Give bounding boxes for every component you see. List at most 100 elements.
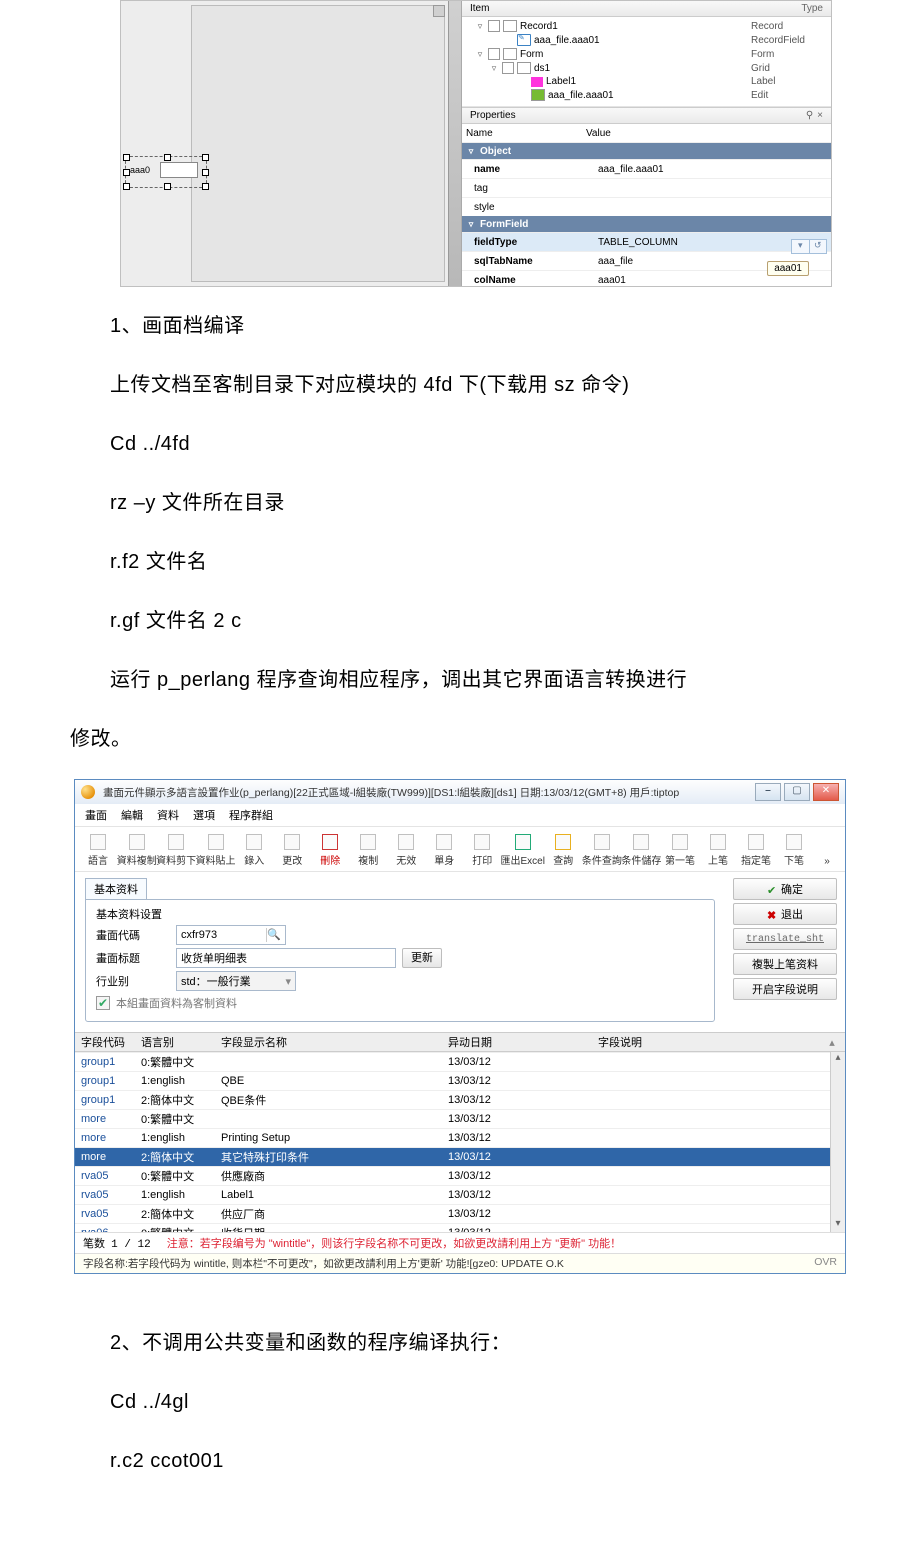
toolbar-button[interactable]: 錄入 xyxy=(239,834,269,867)
menu-bar[interactable]: 畫面編輯資料選項程序群組 xyxy=(75,804,845,827)
selected-element: aaa0 xyxy=(125,156,207,188)
input-code[interactable]: cxfr973🔍 xyxy=(176,925,286,945)
minimize-button[interactable]: ⎯ xyxy=(755,783,781,801)
doc-line: r.gf 文件名 2 c xyxy=(70,602,850,641)
tree-row[interactable]: ▿FormForm xyxy=(466,47,831,61)
label-title: 畫面标题 xyxy=(96,950,170,966)
close-button[interactable]: ✕ xyxy=(813,783,839,801)
table-row[interactable]: more1:englishPrinting Setup13/03/12 xyxy=(75,1128,845,1147)
perlang-window: 畫面元件顯示多語言設置作业(p_perlang)[22正式區域-l組裝廠(TW9… xyxy=(74,779,846,1274)
table-row[interactable]: more0:繁體中文13/03/12 xyxy=(75,1109,845,1128)
toolbar-button[interactable]: 条件查詢 xyxy=(586,834,617,867)
table-row[interactable]: rva052:簡体中文供应厂商13/03/12 xyxy=(75,1204,845,1223)
doc-line: Cd ../4fd xyxy=(70,425,850,464)
checkbox-custom[interactable]: ✔ xyxy=(96,996,110,1010)
doc-line: Cd ../4gl xyxy=(70,1383,850,1422)
menu-item[interactable]: 編輯 xyxy=(121,807,143,823)
properties-panel[interactable]: ▿Objectnameaaa_file.aaa01tagstyle▿FormFi… xyxy=(462,143,831,286)
doc-line: rz –y 文件所在目录 xyxy=(70,484,850,523)
property-row[interactable]: style xyxy=(462,197,831,216)
toolbar-button[interactable]: 上笔 xyxy=(703,834,733,867)
toolbar-button[interactable]: 匯出Excel xyxy=(505,834,540,867)
toolbar-button[interactable]: 刪除 xyxy=(315,834,345,867)
ok-button[interactable]: ✔确定 xyxy=(733,878,837,900)
menu-item[interactable]: 資料 xyxy=(157,807,179,823)
update-button[interactable]: 更新 xyxy=(402,948,442,968)
table-row[interactable]: group12:簡体中文QBE条件13/03/12 xyxy=(75,1090,845,1109)
form-legend: 基本资料设置 xyxy=(96,906,704,922)
toolbar-button[interactable]: 複制 xyxy=(353,834,383,867)
doc-line: r.f2 文件名 xyxy=(70,543,850,582)
tab-basic[interactable]: 基本资料 xyxy=(85,878,147,899)
menu-item[interactable]: 畫面 xyxy=(85,807,107,823)
doc-line: 上传文档至客制目录下对应模块的 4fd 下(下载用 sz 命令) xyxy=(70,366,850,405)
toolbar-button[interactable]: 无效 xyxy=(391,834,421,867)
toolbar-button[interactable]: 單身 xyxy=(429,834,459,867)
doc-line: 1、画面档编译 xyxy=(70,307,850,346)
app-icon xyxy=(81,785,95,799)
status-bar: 字段名称:若字段代码为 wintitle, 则本栏"不可更改"，如欲更改請利用上… xyxy=(75,1253,845,1273)
tree-row[interactable]: aaa_file.aaa01RecordField xyxy=(466,33,831,47)
doc-line: r.c2 ccot001 xyxy=(70,1442,850,1481)
toolbar-overflow[interactable]: » xyxy=(817,856,837,867)
tree-row[interactable]: aaa_file.aaa01Edit xyxy=(466,88,831,102)
menu-item[interactable]: 程序群組 xyxy=(229,807,273,823)
label-industry: 行业别 xyxy=(96,973,170,989)
toolbar[interactable]: 語言資料複制資料剪下資料貼上錄入更改刪除複制无效單身打印匯出Excel查詢条件查… xyxy=(75,827,845,872)
toolbar-button[interactable]: 資料剪下 xyxy=(160,834,191,867)
exit-button[interactable]: ✖退出 xyxy=(733,903,837,925)
chevron-down-icon: ▾ xyxy=(285,975,291,988)
toolbar-button[interactable]: 資料貼上 xyxy=(200,834,231,867)
designer-canvas: aaa0 xyxy=(121,1,461,286)
toolbar-button[interactable]: 資料複制 xyxy=(121,834,152,867)
maximize-button[interactable]: ▢ xyxy=(784,783,810,801)
input-title[interactable]: 收货单明细表 xyxy=(176,948,396,968)
pager-bar: 笔数 1 / 12 注意：若字段编号为 "wintitle"，则该行字段名称不可… xyxy=(75,1232,845,1253)
toolbar-button[interactable]: 更改 xyxy=(277,834,307,867)
menu-item[interactable]: 選項 xyxy=(193,807,215,823)
data-table[interactable]: group10:繁體中文13/03/12group11:englishQBE13… xyxy=(75,1052,845,1232)
toolbar-button[interactable]: 語言 xyxy=(83,834,113,867)
doc-line: 运行 p_perlang 程序查询相应程序，调出其它界面语言转换进行 xyxy=(70,661,850,700)
copy-prev-button[interactable]: 複製上笔资料 xyxy=(733,953,837,975)
properties-header: Properties ⚲× xyxy=(462,107,831,124)
table-row[interactable]: group11:englishQBE13/03/12 xyxy=(75,1071,845,1090)
property-row[interactable]: fieldTypeTABLE_COLUMN▾↺ xyxy=(462,232,831,251)
property-row[interactable]: tag xyxy=(462,178,831,197)
table-row[interactable]: more2:簡体中文其它特殊打印条件13/03/12 xyxy=(75,1147,845,1166)
toolbar-button[interactable]: 第一笔 xyxy=(665,834,695,867)
doc-line: 2、不调用公共变量和函数的程序编译执行： xyxy=(70,1324,850,1363)
translate-sht-button[interactable]: translate_sht xyxy=(733,928,837,950)
table-row[interactable]: rva050:繁體中文供應廠商13/03/12 xyxy=(75,1166,845,1185)
canvas-label: aaa0 xyxy=(130,165,150,175)
table-row[interactable]: rva060:繁體中文收货日期13/03/12 xyxy=(75,1223,845,1232)
checkbox-label: 本組畫面資料為客制資料 xyxy=(116,995,237,1011)
toolbar-button[interactable]: 打印 xyxy=(467,834,497,867)
side-panel: ✔确定 ✖退出 translate_sht 複製上笔资料 开启字段说明 xyxy=(725,872,845,1032)
table-row[interactable]: rva051:englishLabel113/03/12 xyxy=(75,1185,845,1204)
label-code: 畫面代碼 xyxy=(96,927,170,943)
doc-line: 修改。 xyxy=(70,720,850,759)
window-title: 畫面元件顯示多語言設置作业(p_perlang)[22正式區域-l組裝廠(TW9… xyxy=(103,785,747,800)
tree-row[interactable]: Label1Label xyxy=(466,75,831,88)
table-row[interactable]: group10:繁體中文13/03/12 xyxy=(75,1052,845,1071)
tooltip: aaa01 xyxy=(767,261,809,276)
toolbar-button[interactable]: 下笔 xyxy=(779,834,809,867)
tree-row[interactable]: ▿ds1Grid xyxy=(466,61,831,75)
scrollbar[interactable]: ▴▾ xyxy=(830,1052,845,1232)
toolbar-button[interactable]: 指定笔 xyxy=(741,834,771,867)
lookup-icon[interactable]: 🔍 xyxy=(266,928,281,942)
structure-tree[interactable]: ▿Record1Record aaa_file.aaa01RecordField… xyxy=(462,17,831,107)
form-basic: 基本资料设置 畫面代碼 cxfr973🔍 畫面标题 收货单明细表 更新 行业别 … xyxy=(85,899,715,1022)
table-header: 字段代码 语言别 字段显示名称 异动日期 字段说明 ▴ xyxy=(75,1032,845,1052)
tree-row[interactable]: ▿Record1Record xyxy=(466,19,831,33)
titlebar: 畫面元件顯示多語言設置作业(p_perlang)[22正式區域-l組裝廠(TW9… xyxy=(75,780,845,804)
property-row[interactable]: nameaaa_file.aaa01 xyxy=(462,159,831,178)
toolbar-button[interactable]: 条件儲存 xyxy=(626,834,657,867)
pin-icon[interactable]: ⚲ xyxy=(806,110,813,121)
tree-header: Item Type xyxy=(462,1,831,17)
close-icon[interactable]: × xyxy=(817,110,823,121)
toolbar-button[interactable]: 查詢 xyxy=(548,834,578,867)
field-help-button[interactable]: 开启字段说明 xyxy=(733,978,837,1000)
select-industry[interactable]: std：一般行業▾ xyxy=(176,971,296,991)
